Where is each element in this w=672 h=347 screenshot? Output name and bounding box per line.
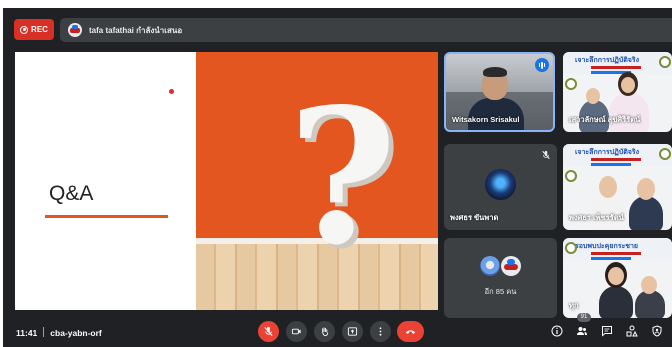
logo-icon <box>565 170 577 182</box>
mic-toggle-button[interactable] <box>258 321 279 342</box>
meet-window: REC tafa tafathai กำลังนำเสนอ ? Q&A Wits… <box>3 8 672 347</box>
avatar <box>501 256 521 276</box>
participant-face <box>586 88 600 104</box>
participant-tile-duo[interactable]: รอบพบปะคุยกระชาย ทุก <box>563 238 672 318</box>
people-icon <box>577 327 587 335</box>
rec-label: REC <box>31 25 48 34</box>
slide-title-underline <box>45 215 168 218</box>
question-mark-graphic: ? <box>288 67 397 286</box>
hang-up-icon <box>405 330 416 334</box>
background-line <box>591 158 641 161</box>
participant-face <box>608 267 624 285</box>
participant-name: พงศธร ขันพาด <box>450 213 499 222</box>
participant-body <box>635 290 665 318</box>
presentation-slide: ? Q&A <box>15 52 438 310</box>
host-controls-button[interactable] <box>650 324 664 338</box>
participant-body <box>629 196 663 230</box>
participant-body <box>599 286 633 318</box>
avatar <box>485 169 516 200</box>
chat-icon <box>602 326 612 337</box>
meeting-details-button[interactable] <box>550 324 564 338</box>
meeting-info: 11:41 cba-yabn-orf <box>16 327 102 338</box>
logo-icon <box>565 242 577 254</box>
presenter-banner: tafa tafathai กำลังนำเสนอ <box>60 18 672 42</box>
speaking-indicator-icon <box>535 58 549 72</box>
laser-pointer <box>169 89 174 94</box>
participant-count-badge: 91 <box>577 313 591 322</box>
logo-icon <box>659 56 671 68</box>
recording-indicator[interactable]: REC <box>14 19 54 40</box>
raise-hand-icon <box>322 327 329 337</box>
others-tile[interactable]: อีก 85 คน <box>444 238 557 318</box>
bottom-toolbar: 11:41 cba-yabn-orf 91 <box>3 313 672 347</box>
participant-name: พงศธร เพ็ชรรัตน์ <box>569 213 624 222</box>
background-line <box>591 163 631 166</box>
participant-name: ทุก <box>569 301 579 310</box>
activities-icon <box>626 325 638 337</box>
presenter-text: tafa tafathai กำลังนำเสนอ <box>89 25 183 35</box>
present-now-button[interactable] <box>342 321 363 342</box>
background-line <box>591 66 641 69</box>
participant-tile-saowalak[interactable]: เจาะลึกการปฏิบัติจริง เสาวลักษณ์ สุขศิริ… <box>563 52 672 132</box>
camera-icon <box>291 328 301 335</box>
participant-face <box>637 178 655 200</box>
background-header: รอบพบปะคุยกระชาย <box>575 243 638 250</box>
activities-button[interactable] <box>625 324 639 338</box>
raise-hand-button[interactable] <box>314 321 335 342</box>
background-line <box>591 252 641 255</box>
meeting-code: cba-yabn-orf <box>50 328 102 338</box>
participant-face <box>641 276 657 294</box>
slide-title: Q&A <box>49 182 94 205</box>
info-icon <box>551 325 563 337</box>
clock-time: 11:41 <box>16 328 38 338</box>
participant-face <box>621 77 635 93</box>
others-count-label: อีก 85 คน <box>484 287 517 296</box>
participant-face <box>599 176 617 198</box>
logo-icon <box>565 78 577 90</box>
participant-tile-pongsatorn-phetrat[interactable]: เจาะลึกการปฏิบัติจริง พงศธร เพ็ชรรัตน์ <box>563 144 672 230</box>
host-controls-icon <box>652 325 662 337</box>
present-icon <box>347 327 358 336</box>
background-line <box>591 257 631 260</box>
people-button[interactable] <box>575 324 589 338</box>
more-options-icon <box>379 327 382 336</box>
presenter-avatar <box>68 23 82 37</box>
participant-tile-witsakorn[interactable]: Witsakorn Srisakul <box>444 52 555 132</box>
background-header: เจาะลึกการปฏิบัติจริง <box>575 57 640 64</box>
avatar <box>480 256 500 276</box>
logo-icon <box>659 148 671 160</box>
camera-toggle-button[interactable] <box>286 321 307 342</box>
chat-button[interactable] <box>600 324 614 338</box>
mic-off-icon <box>264 326 273 336</box>
participant-body <box>609 92 649 132</box>
more-options-button[interactable] <box>370 321 391 342</box>
participant-hair <box>483 67 507 77</box>
leave-call-button[interactable] <box>397 321 424 342</box>
divider <box>43 327 45 337</box>
mic-off-icon <box>542 150 550 160</box>
participant-tile-pongsatorn-kanpat[interactable]: พงศธร ขันพาด <box>444 144 557 230</box>
background-header: เจาะลึกการปฏิบัติจริง <box>575 149 640 156</box>
participant-name: Witsakorn Srisakul <box>452 115 520 124</box>
participant-name: เสาวลักษณ์ สุขศิริรัตน์ <box>569 115 641 124</box>
record-icon <box>20 25 29 34</box>
